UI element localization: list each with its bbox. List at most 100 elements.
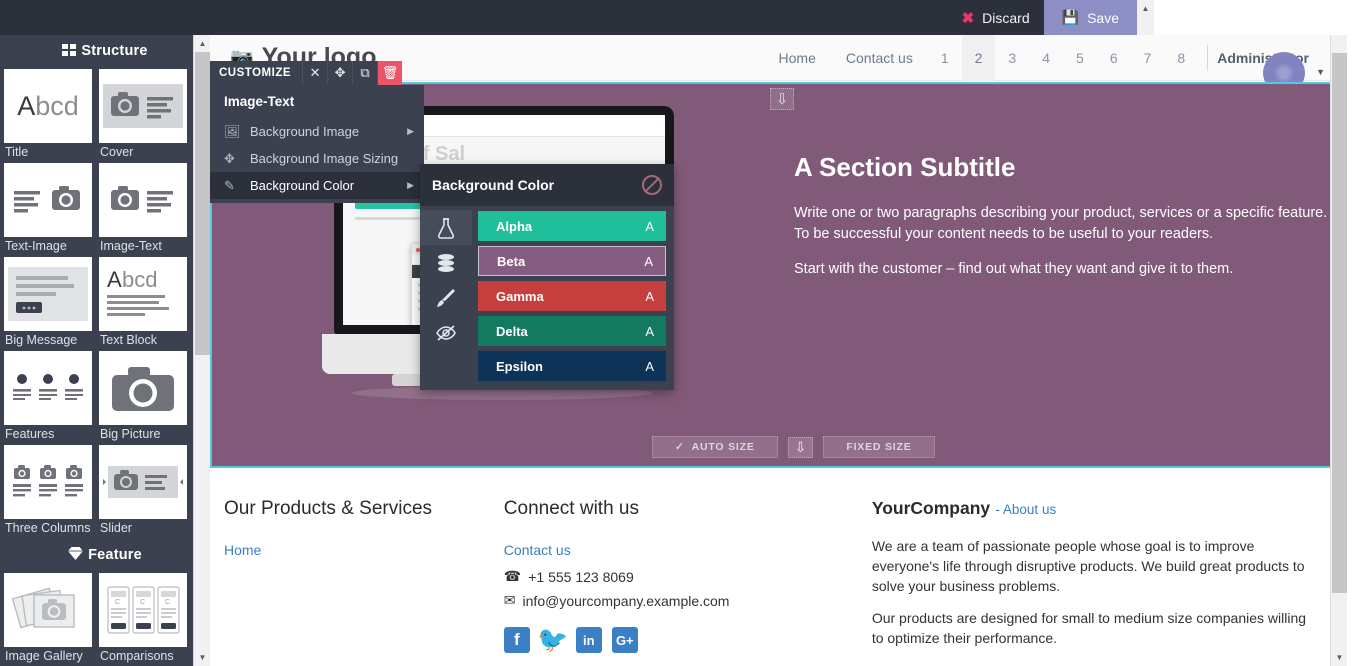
nav-links: Home Contact us 1 2 3 4 5 6 7 8 Administ… [764, 34, 1347, 103]
topbar-scroll-up[interactable]: ▲ [1137, 0, 1154, 35]
block-label: Slider [100, 521, 132, 535]
menu-item-background-color[interactable]: ✎ Background Color ▶ [210, 172, 424, 199]
swatch-label: Beta [497, 253, 526, 269]
block-big-message[interactable]: Big Message [4, 257, 97, 347]
block-three-columns[interactable]: Three Columns [4, 445, 97, 535]
block-thumb-cover [99, 69, 187, 143]
auto-size-button[interactable]: ✓ AUTO SIZE [652, 436, 778, 458]
hero-paragraph-1: Write one or two paragraphs describing y… [794, 205, 1328, 242]
preview-scrollbar[interactable]: ▼ [1330, 35, 1347, 666]
scroll-down-icon[interactable]: ▼ [1331, 649, 1347, 666]
chevron-down-icon: ▼ [1316, 66, 1325, 77]
block-thumb-image-gallery [4, 573, 92, 647]
nav-page-8[interactable]: 8 [1164, 35, 1198, 81]
block-big-picture[interactable]: Big Picture [99, 351, 192, 441]
picture-icon: 🖼 [224, 123, 241, 139]
swatch-gamma[interactable]: Gamma A [478, 281, 666, 311]
customize-label[interactable]: CUSTOMIZE [210, 61, 303, 85]
block-cover[interactable]: Cover [99, 69, 192, 159]
move-icon[interactable]: ✥ [327, 61, 353, 85]
nav-link-home[interactable]: Home [764, 35, 831, 81]
footer-column-products: Our Products & Services Home [224, 498, 504, 660]
block-text-block[interactable]: A bcd Text Block [99, 257, 192, 347]
database-icon[interactable] [420, 245, 472, 280]
flask-icon[interactable] [420, 210, 472, 245]
duplicate-icon[interactable]: ⧉ [352, 61, 378, 85]
preview-scroll-thumb[interactable] [1332, 53, 1347, 593]
footer-link-contact-us[interactable]: Contact us [504, 542, 852, 558]
block-comparisons[interactable]: C C C Comparisons [99, 573, 192, 663]
block-label: Features [5, 427, 55, 441]
swatch-letter: A [645, 288, 654, 304]
scroll-up-icon[interactable]: ▲ [194, 35, 210, 52]
block-title[interactable]: Abcd Title [4, 69, 97, 159]
footer-heading: Connect with us [503, 498, 639, 519]
scroll-down-icon[interactable]: ▼ [194, 649, 210, 666]
brush-icon[interactable] [420, 280, 472, 315]
nav-link-contact-us[interactable]: Contact us [831, 35, 928, 81]
block-thumb-comparisons: CCC [99, 573, 187, 647]
camera-icon [111, 186, 139, 210]
discard-button[interactable]: ✖ Discard [947, 0, 1044, 35]
block-features[interactable]: Features [4, 351, 97, 441]
pencil-icon: ✎ [224, 177, 235, 193]
footer-heading: Our Products & Services [224, 498, 433, 519]
fixed-size-button[interactable]: FIXED SIZE [823, 436, 935, 458]
nav-page-7[interactable]: 7 [1131, 35, 1165, 81]
nav-page-5[interactable]: 5 [1063, 35, 1097, 81]
size-toggle-group: ✓ AUTO SIZE ⇩ FIXED SIZE [652, 436, 935, 458]
block-thumb-image-text [99, 163, 187, 237]
company-paragraph-2: Our products are designed for small to m… [871, 610, 1307, 646]
sidebar-scrollbar[interactable]: ▲ ▼ [193, 35, 210, 666]
diamond-icon [68, 547, 84, 564]
block-text-image[interactable]: Text-Image [4, 163, 97, 253]
sidebar-scroll-area: Structure Abcd Title Cover Text-Image Im… [0, 35, 210, 666]
svg-text:A: A [107, 267, 122, 292]
nav-page-4[interactable]: 4 [1029, 35, 1063, 81]
block-image-gallery[interactable]: Image Gallery [4, 573, 97, 663]
site-footer: Our Products & Services Home Connect wit… [210, 470, 1347, 666]
user-menu[interactable]: Administrator ▼ [1217, 42, 1347, 103]
swatch-label: Alpha [496, 218, 533, 234]
menu-item-background-image[interactable]: 🖼 Background Image ▶ [210, 118, 424, 145]
delete-icon[interactable]: 🗑 [377, 61, 403, 85]
hero-title: A Section Subtitle [794, 152, 1016, 182]
block-thumb-big-picture [99, 351, 187, 425]
svg-text:C: C [165, 599, 170, 606]
swatch-epsilon[interactable]: Epsilon A [478, 351, 666, 381]
swatch-letter: A [644, 253, 653, 269]
drop-target-arrow-icon[interactable]: ⇩ [770, 88, 794, 110]
sidebar-scroll-thumb[interactable] [195, 52, 210, 355]
swatch-alpha[interactable]: Alpha A [478, 211, 666, 241]
chevron-left-icon [103, 479, 106, 485]
no-color-icon[interactable] [642, 175, 662, 195]
nav-page-1[interactable]: 1 [928, 35, 962, 81]
footer-link-home[interactable]: Home [224, 542, 484, 558]
block-image-text[interactable]: Image-Text [99, 163, 192, 253]
scroll-up-icon: ▲ [1141, 4, 1150, 13]
eye-slash-icon[interactable] [420, 315, 472, 350]
block-thumb-slider [99, 445, 187, 519]
block-label: Cover [100, 145, 134, 159]
menu-item-background-image-sizing[interactable]: ✥ Background Image Sizing [210, 145, 424, 172]
customize-toolbar: CUSTOMIZE ✕ ✥ ⧉ 🗑 [210, 61, 403, 85]
about-us-link[interactable]: - About us [995, 502, 1056, 517]
swatch-delta[interactable]: Delta A [478, 316, 666, 346]
nav-page-6[interactable]: 6 [1097, 35, 1131, 81]
phone-icon: ☎ [503, 568, 522, 584]
block-slider[interactable]: Slider [99, 445, 192, 535]
save-button[interactable]: 💾 Save [1043, 0, 1137, 35]
envelope-icon: ✉ [503, 592, 516, 608]
facebook-icon[interactable]: f [503, 627, 530, 653]
close-icon[interactable]: ✕ [302, 61, 328, 85]
color-swatch-list: Alpha A Beta A Gamma A Delta A Epsilon A [472, 206, 674, 390]
nav-page-2[interactable]: 2 [961, 34, 996, 81]
nav-page-3[interactable]: 3 [995, 35, 1029, 81]
section-header-structure: Structure [0, 35, 210, 69]
twitter-icon[interactable]: 🐦 [537, 626, 568, 654]
linkedin-icon[interactable]: in [575, 627, 602, 653]
size-arrow-icon[interactable]: ⇩ [787, 436, 814, 458]
swatch-beta[interactable]: Beta A [478, 246, 666, 276]
block-label: Text Block [100, 333, 157, 347]
google-plus-icon[interactable]: G+ [611, 627, 638, 653]
